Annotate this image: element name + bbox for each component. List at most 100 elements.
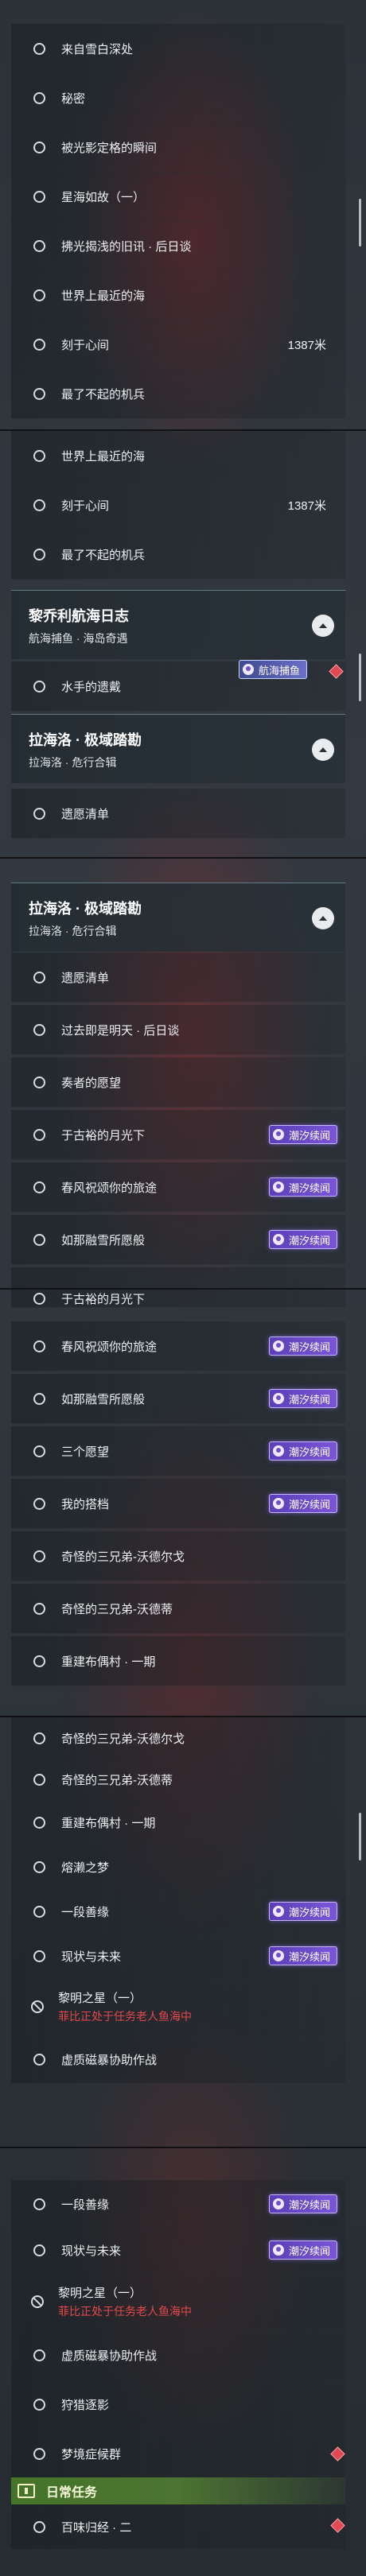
tag-label: 潮汐续闻 (288, 2244, 330, 2257)
quest-item[interactable]: 梦境症候群 (11, 2430, 345, 2478)
collapse-icon[interactable] (312, 907, 334, 929)
quest-item[interactable] (11, 1267, 345, 1289)
quest-item-label: 世界上最近的海 (61, 289, 146, 303)
quest-item[interactable]: 刻于心间 1387米 (11, 480, 345, 530)
quest-panel-1: 来自雪白深处 秘密 被光影定格的瞬间 星海如故（一） 拂光揭浅的旧讯 · 后日谈… (0, 0, 366, 429)
circle-icon (33, 1076, 45, 1088)
collapse-icon[interactable] (312, 739, 334, 761)
scrollbar[interactable] (359, 1813, 361, 1860)
daily-quest-header[interactable]: 日常任务 (11, 2477, 345, 2504)
quest-item[interactable]: 于古裕的月光下 (11, 1290, 345, 1308)
quest-item[interactable]: 于古裕的月光下 潮汐续闻 (11, 1110, 345, 1160)
tide-icon (272, 1950, 284, 1961)
distance-value: 1387米 (287, 338, 326, 352)
collapse-icon[interactable] (312, 615, 334, 637)
circle-icon (33, 42, 45, 55)
quest-item[interactable]: 拂光揭浅的旧讯 · 后日谈 (11, 221, 345, 271)
tide-tag: 潮汐续闻 (268, 2240, 337, 2260)
quest-item[interactable]: 奏者的愿望 (11, 1057, 345, 1108)
circle-icon (33, 1732, 45, 1744)
quest-item-label: 黎明之星（一） (58, 2287, 142, 2300)
quest-item[interactable]: 重建布偶村 · 一期 (11, 1800, 345, 1845)
quest-item[interactable]: 黎明之星（一） 菲比正处于任务老人鱼海中 (11, 2272, 345, 2332)
circle-icon (33, 387, 45, 400)
quest-item[interactable]: 百味归经 · 二 (11, 2504, 345, 2550)
quest-item[interactable]: 奇怪的三兄弟-沃德尔戈 (11, 1717, 345, 1759)
circle-icon (33, 1905, 45, 1918)
quest-item[interactable]: 春风祝颂你的旅途 潮汐续闻 (11, 1162, 345, 1212)
quest-panel-4: 于古裕的月光下 春风祝颂你的旅途 潮汐续闻 如那融雪所愿般 潮汐续闻 三个愿望 潮汐续… (0, 1290, 366, 1716)
quest-item-text: 黎明之星（一） 菲比正处于任务老人鱼海中 (58, 1989, 192, 2024)
group-title: 拉海洛 · 极域踏勘 (29, 732, 142, 748)
scrollbar[interactable] (359, 654, 361, 701)
quest-item[interactable]: 一段善缘 潮汐续闻 (11, 1889, 345, 1934)
quest-item[interactable]: 如那融雪所愿般 潮汐续闻 (11, 1374, 345, 1424)
quest-item-label: 百味归经 · 二 (61, 2520, 132, 2535)
quest-item[interactable]: 一段善缘 潮汐续闻 (11, 2180, 345, 2229)
quest-item[interactable]: 虚质磁暴协助作战 (11, 2035, 345, 2084)
quest-item-label: 三个愿望 (61, 1445, 110, 1459)
quest-item-label: 如那融雪所愿般 (61, 1233, 146, 1247)
quest-item[interactable]: 我的搭档 潮汐续闻 (11, 1479, 345, 1529)
quest-item-label: 奇怪的三兄弟-沃德尔戈 (61, 1550, 185, 1564)
quest-group-header[interactable]: 拉海洛 · 极域踏勘 拉海洛 · 危行合辑 (11, 714, 345, 783)
circle-icon (33, 1392, 45, 1405)
tide-tag: 潮汐续闻 (268, 1946, 337, 1965)
quest-item[interactable]: 来自雪白深处 (11, 24, 345, 74)
quest-item-label: 奇怪的三兄弟-沃德蒂 (61, 1602, 173, 1616)
quest-item-label: 重建布偶村 · 一期 (61, 1816, 156, 1830)
quest-item[interactable]: 现状与未来 潮汐续闻 (11, 2228, 345, 2273)
tide-tag: 潮汐续闻 (268, 1177, 337, 1197)
quest-item[interactable]: 虚质磁暴协助作战 (11, 2331, 345, 2380)
quest-item[interactable]: 最了不起的机兵 (11, 369, 345, 419)
quest-item[interactable]: 现状与未来 潮汐续闻 (11, 1934, 345, 1979)
tide-icon (272, 1340, 284, 1352)
tide-icon (272, 1906, 284, 1917)
circle-icon (33, 91, 45, 104)
quest-item[interactable]: 世界上最近的海 (11, 431, 345, 481)
quest-item-label: 奇怪的三兄弟-沃德蒂 (61, 1773, 173, 1787)
quest-item[interactable]: 三个愿望 潮汐续闻 (11, 1426, 345, 1476)
quest-item[interactable]: 熔濑之梦 (11, 1845, 345, 1890)
circle-icon (33, 1233, 45, 1246)
quest-item-label: 现状与未来 (61, 2244, 122, 2258)
tide-tag: 潮汐续闻 (268, 1494, 337, 1513)
quest-item[interactable]: 奇怪的三兄弟-沃德尔戈 (11, 1531, 345, 1581)
quest-panel-5: 奇怪的三兄弟-沃德尔戈 奇怪的三兄弟-沃德蒂 重建布偶村 · 一期 熔濑之梦 一… (0, 1717, 366, 2147)
tide-icon (272, 1393, 284, 1404)
tide-tag: 潮汐续闻 (268, 2194, 337, 2213)
circle-icon (33, 1860, 45, 1873)
tide-tag: 潮汐续闻 (268, 1389, 337, 1408)
circle-icon (33, 190, 45, 203)
scrollbar[interactable] (359, 199, 361, 246)
quest-item-label: 于古裕的月光下 (61, 1292, 146, 1306)
quest-item[interactable]: 重建布偶村 · 一期 (11, 1636, 345, 1686)
group-title: 黎乔利航海日志 (29, 608, 129, 624)
quest-item[interactable]: 奇怪的三兄弟-沃德蒂 (11, 1584, 345, 1634)
quest-item-label: 最了不起的机兵 (61, 387, 146, 402)
quest-group-header[interactable]: 黎乔利航海日志 航海捕鱼 · 海岛奇遇 (11, 590, 345, 659)
quest-item[interactable]: 过去即是明天 · 后日谈 (11, 1005, 345, 1055)
quest-item[interactable]: 如那融雪所愿般 潮汐续闻 (11, 1215, 345, 1265)
circle-icon (33, 1128, 45, 1141)
quest-item[interactable]: 春风祝颂你的旅途 潮汐续闻 (11, 1321, 345, 1371)
quest-item[interactable]: 秘密 (11, 73, 345, 123)
quest-item[interactable]: 被光影定格的瞬间 (11, 122, 345, 173)
circle-icon (33, 1773, 45, 1786)
tag-label: 潮汐续闻 (288, 1906, 330, 1918)
quest-item[interactable]: 世界上最近的海 (11, 270, 345, 320)
circle-icon (33, 2447, 45, 2460)
circle-icon (33, 239, 45, 252)
quest-item[interactable]: 奇怪的三兄弟-沃德蒂 (11, 1759, 345, 1801)
quest-item[interactable]: 遗愿清单 (11, 789, 345, 839)
quest-item-label: 秘密 (61, 91, 86, 106)
quest-item[interactable]: 遗愿清单 (11, 952, 345, 1003)
quest-item[interactable]: 星海如故（一） (11, 172, 345, 222)
quest-group-header[interactable]: 拉海洛 · 极域踏勘 拉海洛 · 危行合辑 (11, 883, 345, 952)
fishing-tag: 航海捕鱼 (239, 660, 308, 679)
quest-item[interactable]: 黎明之星（一） 菲比正处于任务老人鱼海中 (11, 1978, 345, 2036)
quest-item[interactable]: 狩猎逐影 (11, 2379, 345, 2431)
quest-item[interactable]: 刻于心间 1387米 (11, 320, 345, 370)
tide-icon (272, 1498, 284, 1509)
quest-item[interactable]: 最了不起的机兵 (11, 530, 345, 580)
